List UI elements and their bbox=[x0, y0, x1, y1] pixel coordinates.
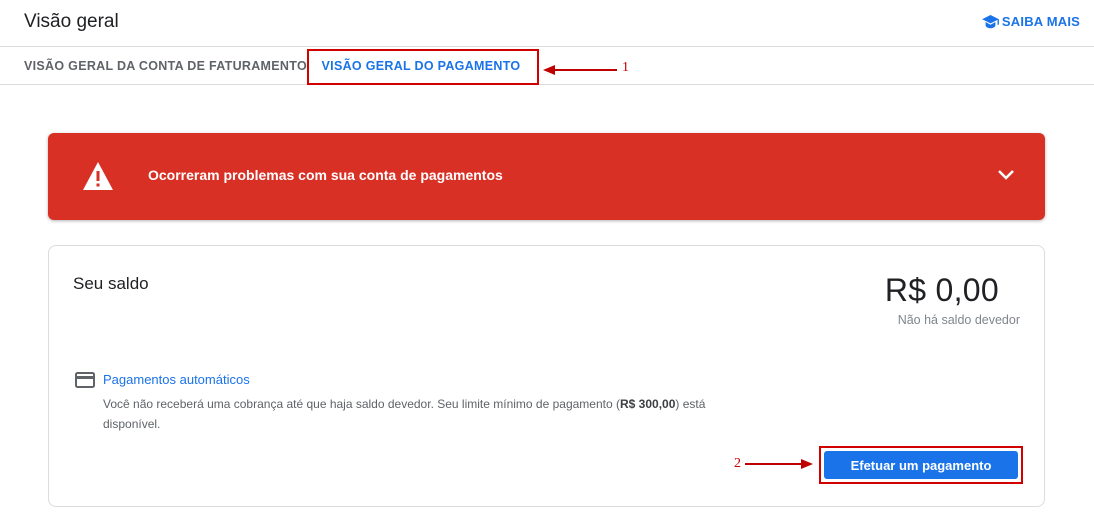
tab-payment-overview[interactable]: VISÃO GERAL DO PAGAMENTO bbox=[307, 49, 539, 85]
learn-more-link[interactable]: SAIBA MAIS bbox=[982, 14, 1080, 29]
page: Visão geral SAIBA MAIS VISÃO GERAL DA CO… bbox=[0, 0, 1094, 515]
balance-amount: R$ 0,00 bbox=[884, 272, 999, 308]
annotation-number-2: 2 bbox=[734, 456, 741, 471]
payment-problem-alert[interactable]: Ocorreram problemas com sua conta de pag… bbox=[48, 133, 1045, 220]
alert-message: Ocorreram problemas com sua conta de pag… bbox=[148, 167, 503, 183]
credit-card-icon bbox=[75, 372, 95, 388]
pay-button-highlight: Efetuar um pagamento bbox=[819, 446, 1023, 484]
balance-card: Seu saldo R$ 0,00 Não há saldo devedor P… bbox=[48, 245, 1045, 507]
annotation-arrow-1 bbox=[543, 65, 617, 75]
autopay-description: Você não receberá uma cobrança até que h… bbox=[103, 394, 723, 434]
make-payment-button[interactable]: Efetuar um pagamento bbox=[824, 451, 1018, 479]
autopay-link[interactable]: Pagamentos automáticos bbox=[103, 372, 250, 387]
annotation-number-1: 1 bbox=[622, 60, 629, 75]
annotation-arrow-2 bbox=[745, 459, 813, 469]
page-title: Visão geral bbox=[24, 11, 119, 32]
page-header: Visão geral SAIBA MAIS bbox=[0, 0, 1094, 47]
min-payment-amount: R$ 300,00 bbox=[620, 397, 676, 411]
balance-status: Não há saldo devedor bbox=[897, 313, 1020, 327]
graduation-cap-icon bbox=[982, 14, 999, 29]
learn-more-label: SAIBA MAIS bbox=[1001, 14, 1080, 29]
autopay-desc-part: Você não receberá uma cobrança até que h… bbox=[103, 397, 620, 411]
chevron-down-icon[interactable] bbox=[997, 169, 1015, 181]
warning-icon bbox=[83, 162, 113, 190]
tab-billing-overview[interactable]: VISÃO GERAL DA CONTA DE FATURAMENTO bbox=[24, 47, 307, 85]
balance-label: Seu saldo bbox=[73, 274, 149, 293]
